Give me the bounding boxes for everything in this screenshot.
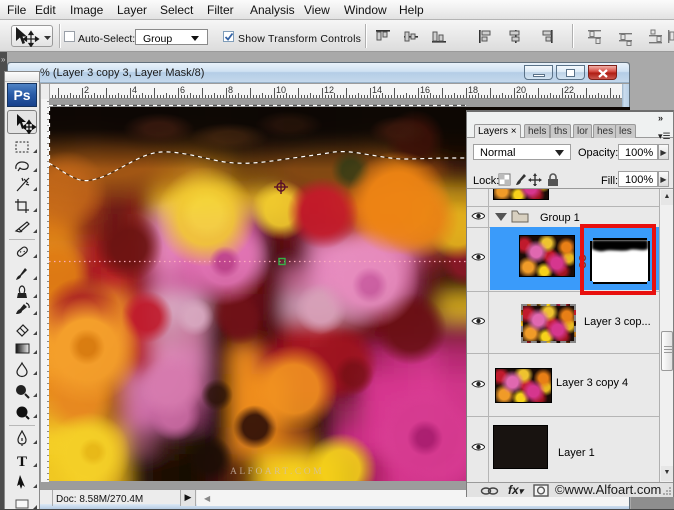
svg-text:T: T xyxy=(17,454,27,470)
svg-text:ALFOART.COM: ALFOART.COM xyxy=(230,467,324,477)
